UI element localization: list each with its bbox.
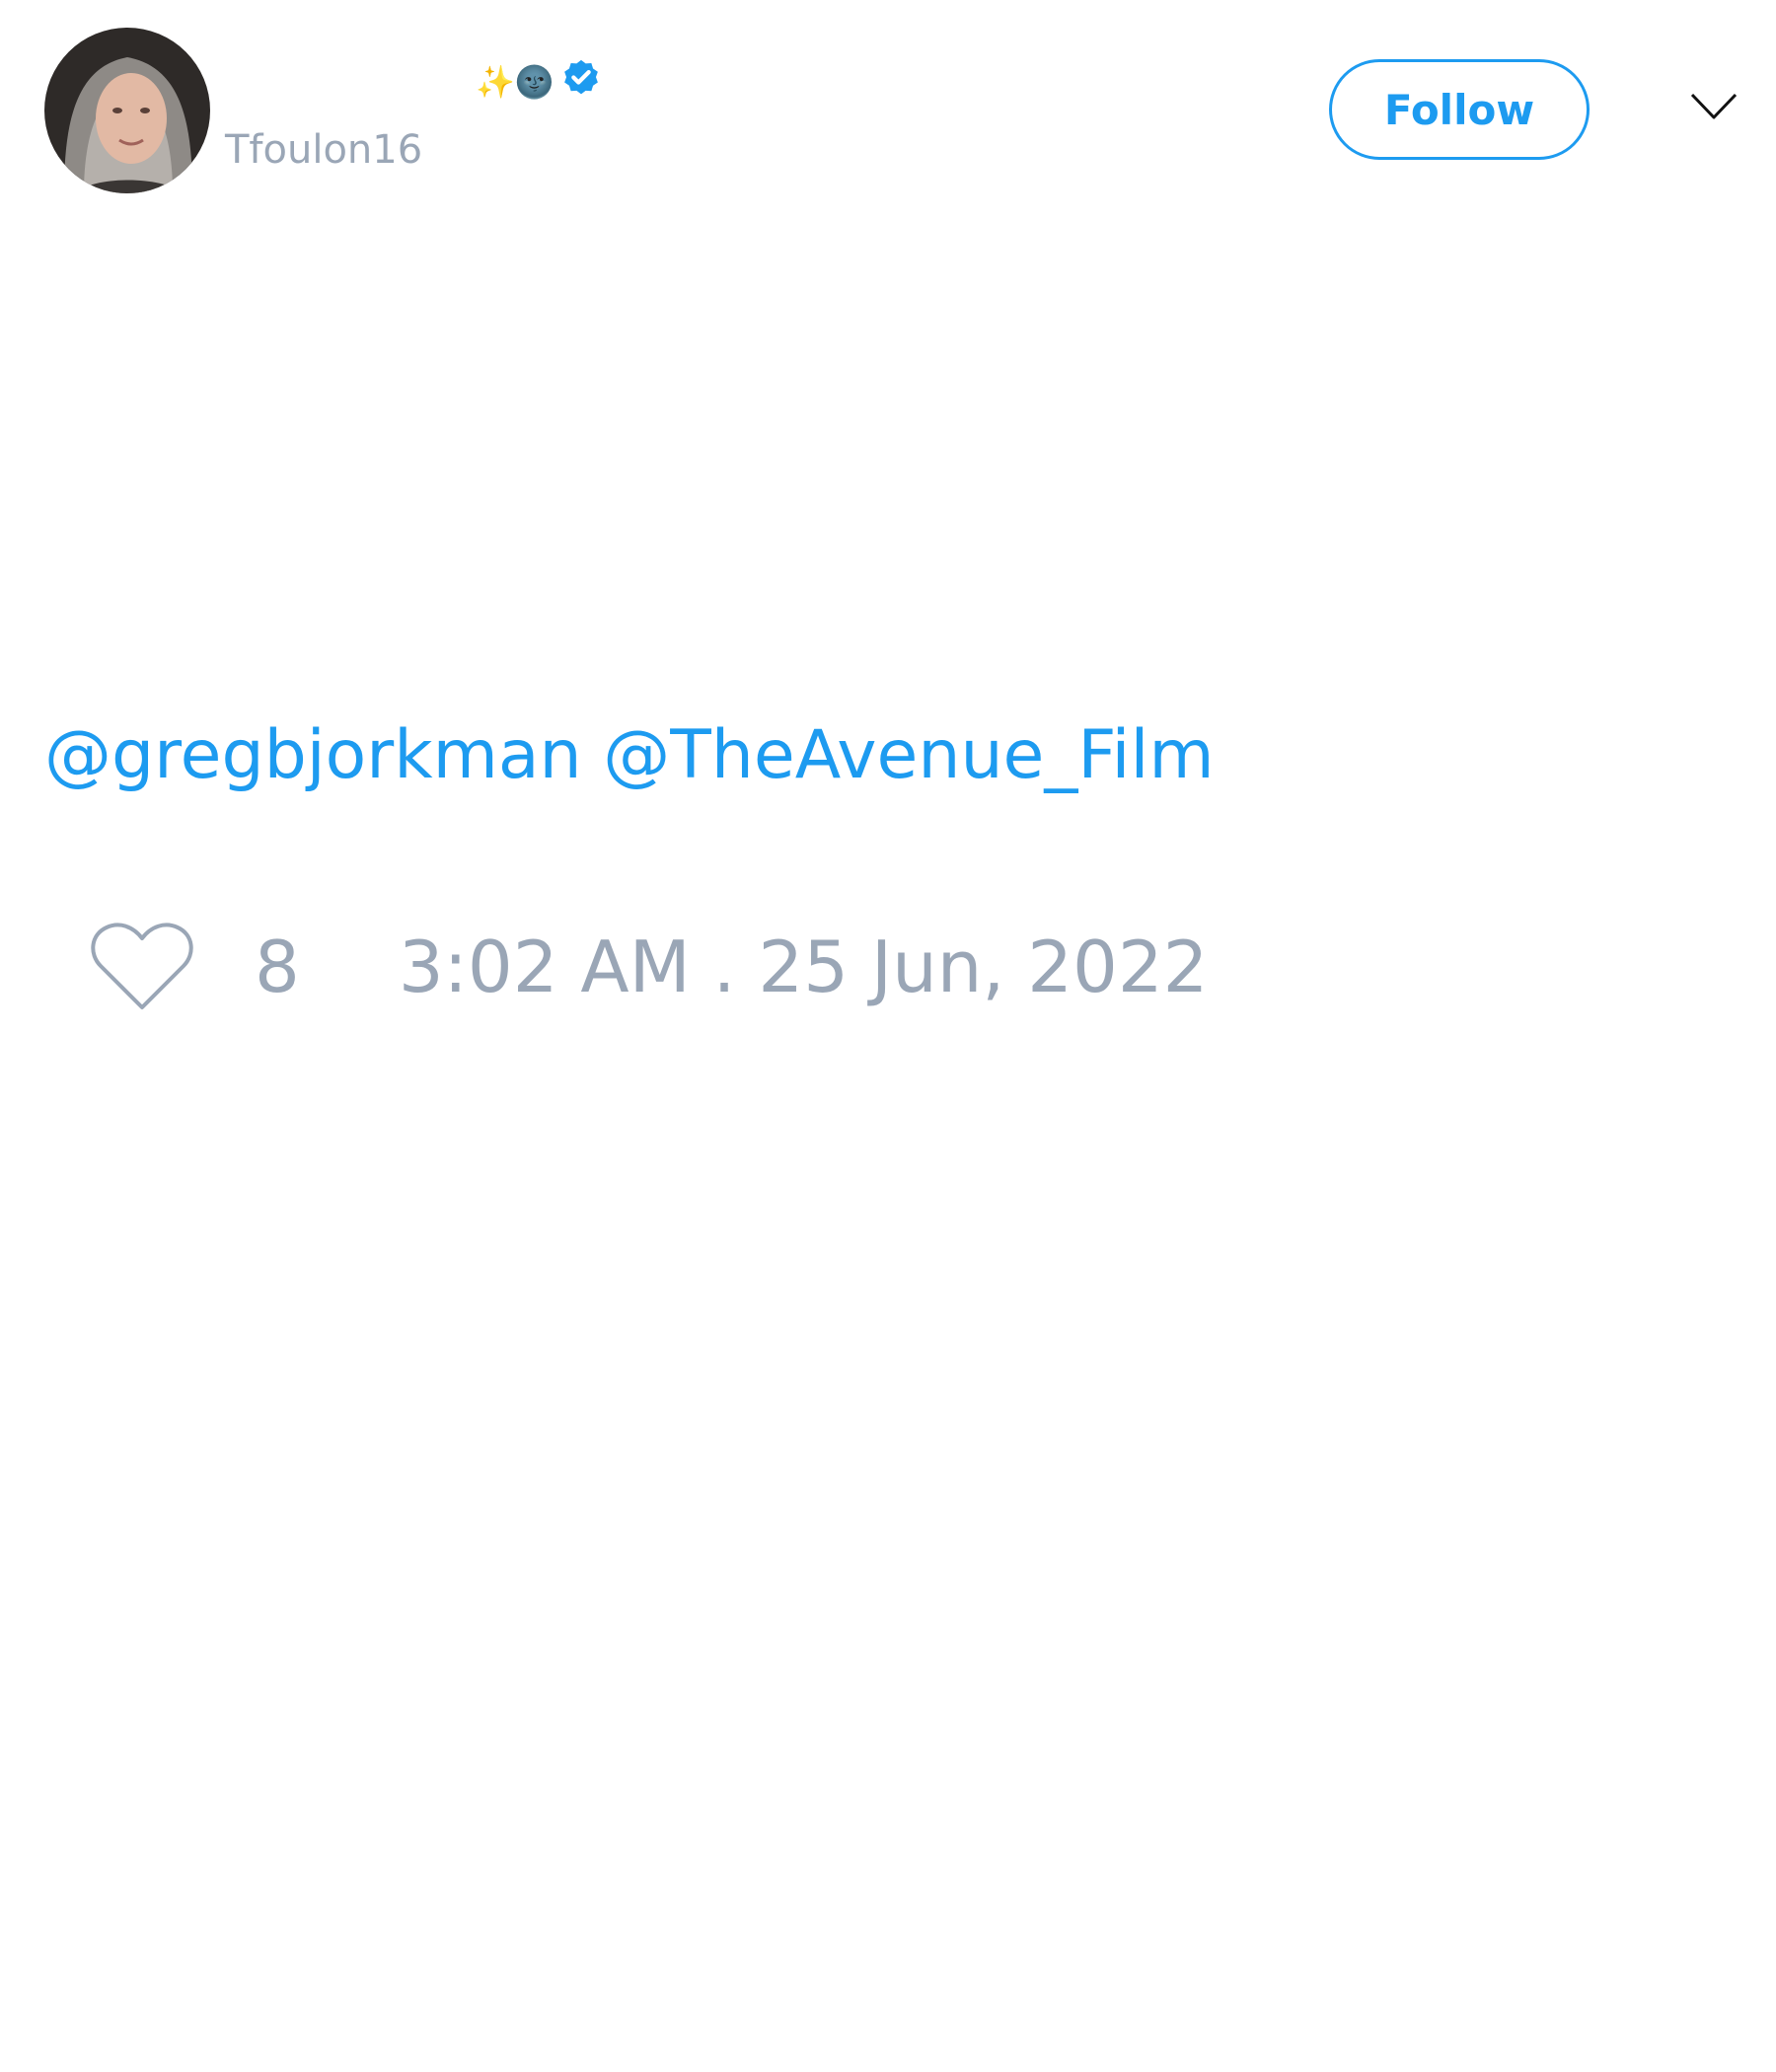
chevron-down-icon[interactable] (1689, 91, 1739, 122)
follow-button[interactable]: Follow (1329, 59, 1590, 160)
verified-badge-icon (558, 57, 604, 107)
mention-link-theavenue-film[interactable]: @TheAvenue_Film (603, 716, 1214, 794)
heart-icon[interactable] (89, 921, 195, 1013)
like-count: 8 (255, 925, 300, 1008)
display-name[interactable]: ✨🌚 (476, 57, 604, 107)
display-name-emojis: ✨🌚 (476, 63, 555, 101)
tweet-timestamp[interactable]: 3:02 AM . 25 Jun, 2022 (399, 931, 1209, 1002)
tweet-card: ✨🌚 Tfoulon16 Follow @gregbjorkman @TheAv… (0, 0, 1776, 2072)
author-handle[interactable]: Tfoulon16 (225, 126, 422, 174)
mention-link-gregbjorkman[interactable]: @gregbjorkman (44, 716, 582, 794)
avatar[interactable] (44, 28, 210, 193)
tweet-footer: 8 3:02 AM . 25 Jun, 2022 (89, 918, 1208, 1016)
tweet-text: @gregbjorkman @TheAvenue_Film (44, 715, 1215, 796)
